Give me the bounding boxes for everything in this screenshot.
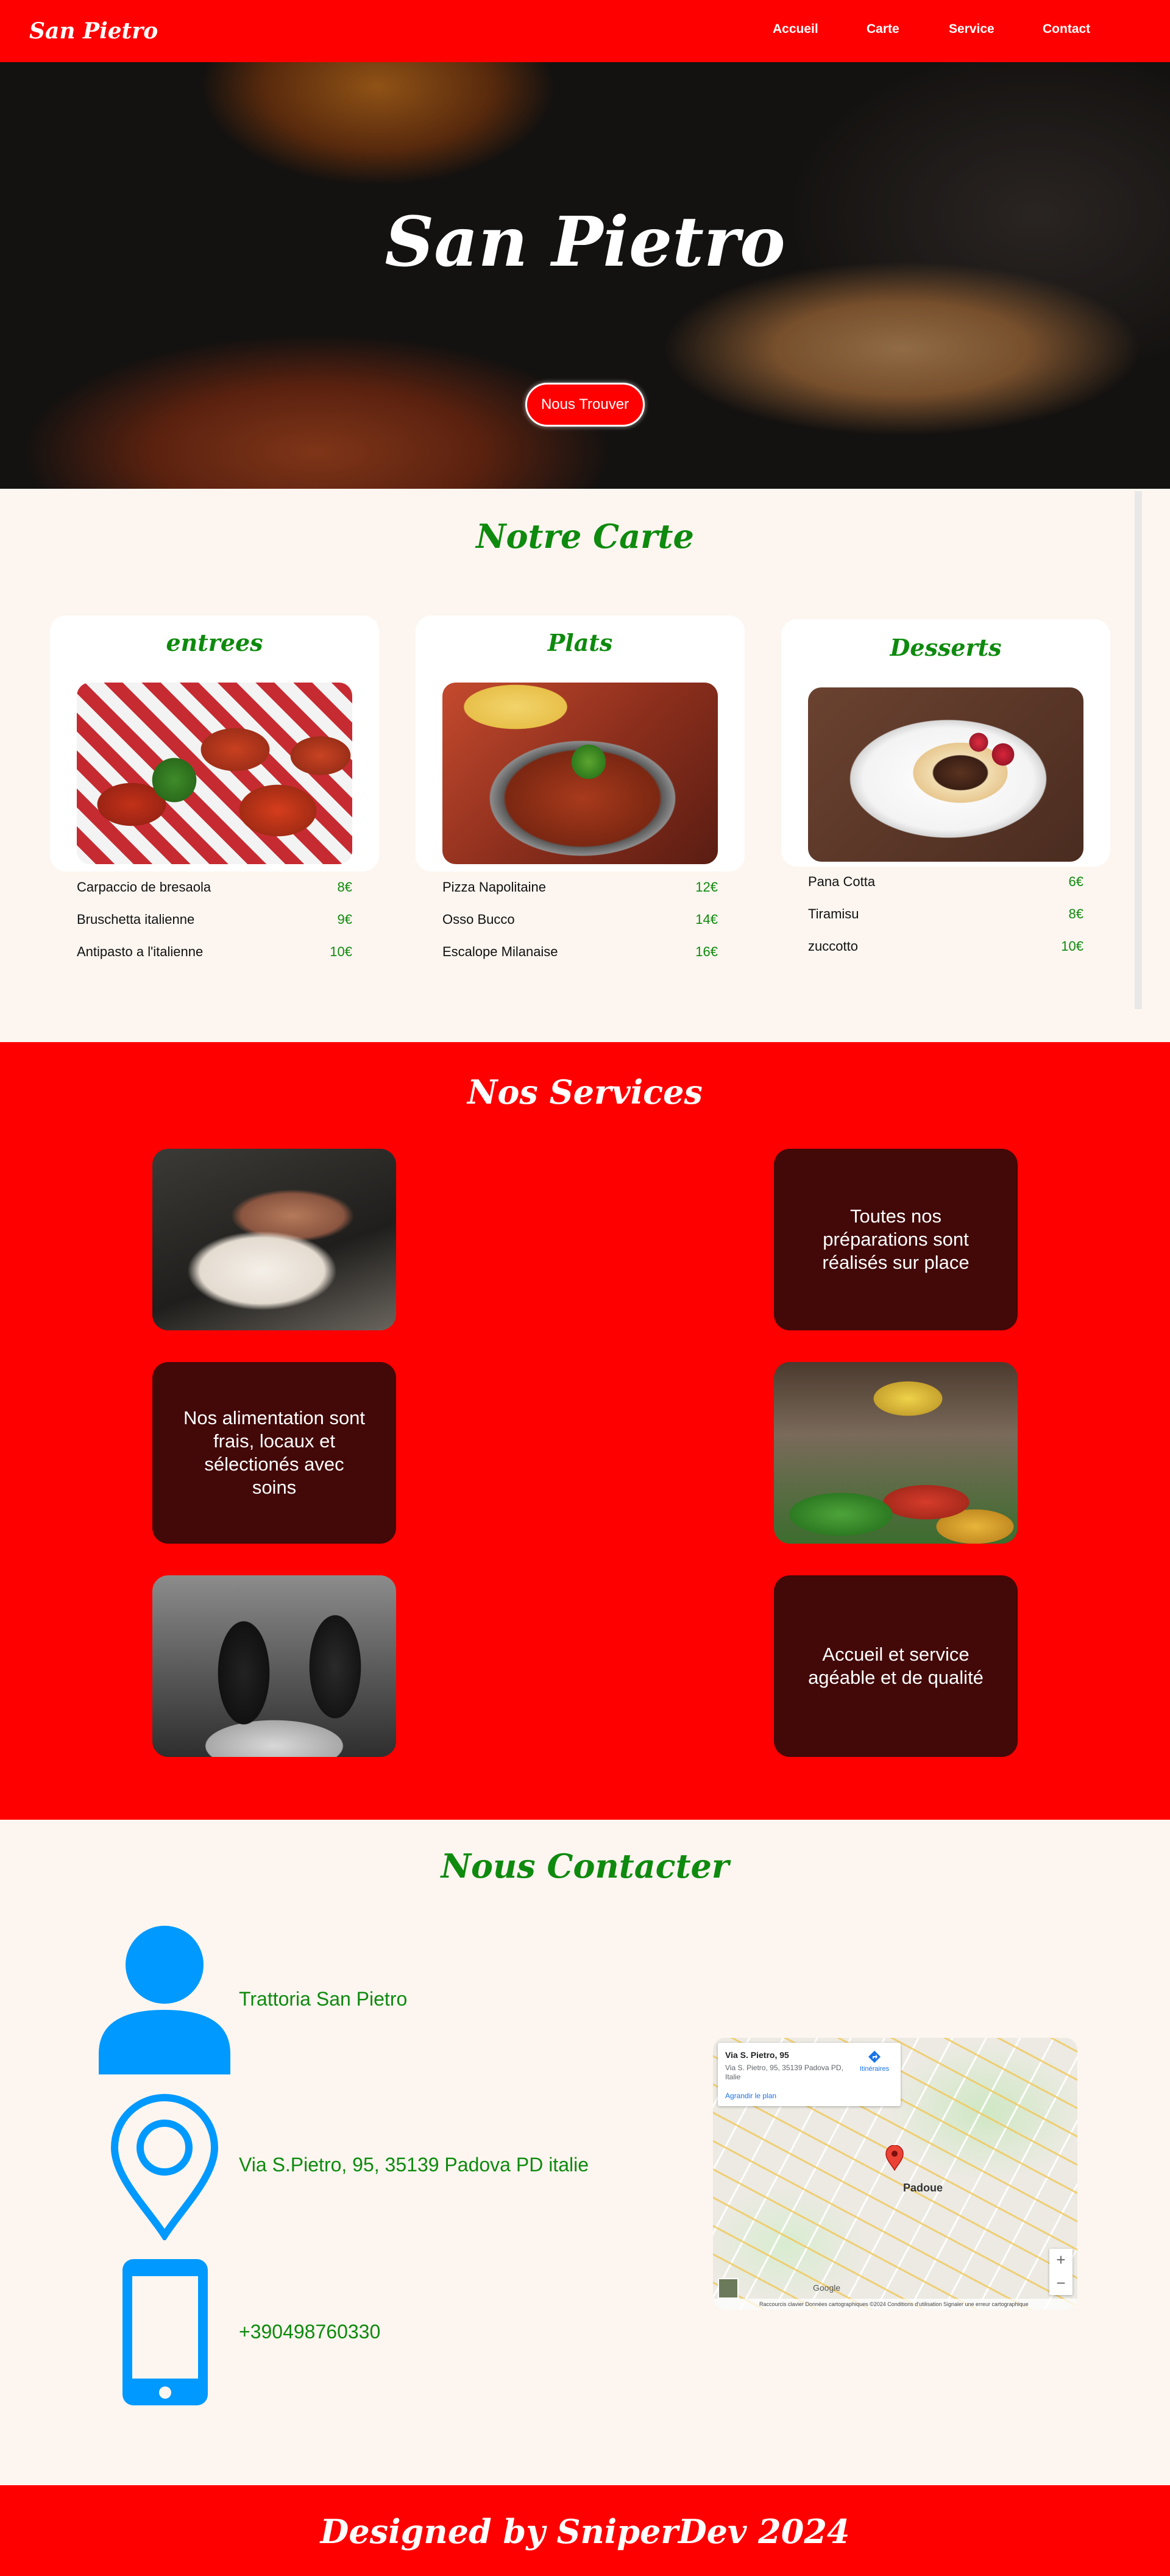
contact-title: Nous Contacter — [441, 1847, 729, 1886]
menu-item: Pizza Napolitaine 12€ — [442, 879, 718, 895]
map-info-card: Via S. Pietro, 95 Via S. Pietro, 95, 351… — [718, 2043, 901, 2106]
menu-card-title: Plats — [547, 629, 613, 656]
location-pin-icon — [110, 2094, 219, 2240]
zoom-in-button[interactable]: + — [1049, 2249, 1072, 2272]
tiramisu-photo — [808, 687, 1083, 862]
menu-card-plats: Plats Pizza Napolitaine 12€ Osso Bucco 1… — [416, 616, 745, 959]
service-card: Nos alimentation sont frais, locaux et s… — [152, 1362, 396, 1544]
menu-card-desserts: Desserts Pana Cotta 6€ Tiramisu 8€ zucco… — [781, 619, 1110, 954]
menu-item: zuccotto 10€ — [808, 939, 1083, 954]
menu-item: Osso Bucco 14€ — [442, 912, 718, 927]
menu-item: Bruschetta italienne 9€ — [77, 912, 352, 927]
nav-link-carte[interactable]: Carte — [867, 22, 899, 37]
menu-section-title: Notre Carte — [476, 517, 694, 556]
contact-phone[interactable]: +390498760330 — [239, 2321, 380, 2343]
map-marker-icon[interactable] — [885, 2145, 904, 2171]
service-card: Toutes nos préparations sont réalisés su… — [774, 1149, 1018, 1330]
menu-item: Carpaccio de bresaola 8€ — [77, 879, 352, 895]
nav-link-service[interactable]: Service — [949, 22, 994, 37]
map-zoom-controls: + − — [1049, 2249, 1072, 2295]
menu-item: Tiramisu 8€ — [808, 906, 1083, 921]
bruschetta-photo — [77, 683, 352, 864]
market-photo — [774, 1362, 1018, 1544]
phone-icon — [122, 2259, 208, 2405]
contact-address: Via S.Pietro, 95, 35139 Padova PD italie — [239, 2154, 589, 2176]
stew-photo — [442, 683, 718, 864]
map-attribution: Raccourcis clavier Données cartographiqu… — [713, 2299, 1077, 2310]
menu-card-entrees: entrees Carpaccio de bresaola 8€ Brusche… — [50, 616, 379, 959]
top-navbar: San Pietro Accueil Carte Service Contact — [0, 0, 1170, 62]
footer: Designed by SniperDev 2024 — [0, 2485, 1170, 2576]
service-card: Accueil et service agéable et de qualité — [774, 1575, 1018, 1757]
menu-card-title: Desserts — [890, 634, 1002, 661]
brand-logo[interactable]: San Pietro — [29, 18, 158, 44]
person-icon — [99, 1926, 230, 2074]
map-directions-label: Itinéraires — [859, 2065, 890, 2073]
hero-title: San Pietro — [385, 202, 785, 282]
dough-photo — [152, 1149, 396, 1330]
map-directions-button[interactable]: Itinéraires — [853, 2050, 896, 2073]
menu-item: Antipasto a l'italienne 10€ — [77, 944, 352, 959]
nav-link-accueil[interactable]: Accueil — [773, 22, 818, 37]
map-city-label: Padoue — [903, 2182, 943, 2194]
map-place-address: Via S. Pietro, 95, 35139 Padova PD, Ital… — [725, 2063, 843, 2081]
menu-item: Pana Cotta 6€ — [808, 874, 1083, 889]
menu-card-title: entrees — [166, 629, 263, 656]
google-logo: Google — [813, 2283, 841, 2293]
directions-icon — [868, 2051, 881, 2063]
footer-credit: Designed by SniperDev 2024 — [320, 2512, 850, 2551]
menu-item: Escalope Milanaise 16€ — [442, 944, 718, 959]
zoom-out-button[interactable]: − — [1049, 2272, 1072, 2295]
menu-scrollbar[interactable] — [1135, 491, 1142, 1009]
find-us-button[interactable]: Nous Trouver — [525, 383, 645, 427]
services-title: Nos Services — [467, 1073, 703, 1112]
services-section: Nos Services Toutes nos préparations son… — [0, 1042, 1170, 1820]
menu-section: Notre Carte entrees Carpaccio de bresaol… — [0, 489, 1170, 1042]
waiters-photo — [152, 1575, 396, 1757]
map-enlarge-link[interactable]: Agrandir le plan — [725, 2092, 776, 2100]
contact-name: Trattoria San Pietro — [239, 1988, 408, 2010]
nav-link-contact[interactable]: Contact — [1043, 22, 1090, 37]
google-map-embed[interactable]: Via S. Pietro, 95 Via S. Pietro, 95, 351… — [713, 2038, 1077, 2310]
hero-banner: San Pietro Nous Trouver — [0, 62, 1170, 489]
map-layer-toggle[interactable] — [718, 2278, 739, 2299]
map-place-name: Via S. Pietro, 95 — [725, 2050, 789, 2060]
